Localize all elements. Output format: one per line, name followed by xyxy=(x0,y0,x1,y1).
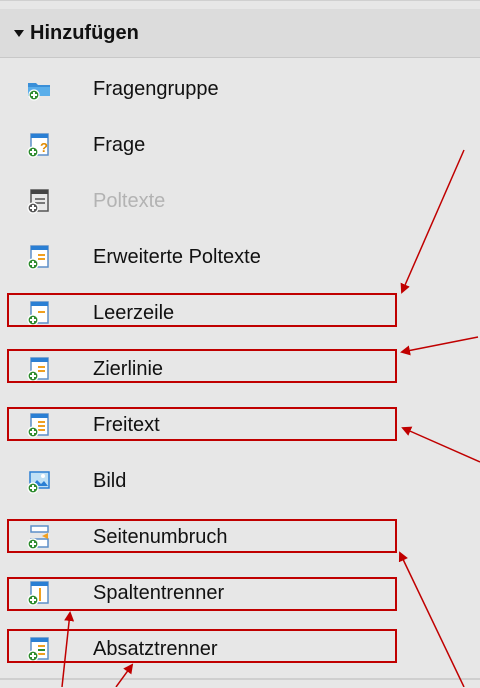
folder-add-icon xyxy=(26,76,52,102)
menu-item-frage[interactable]: ? Frage xyxy=(0,117,480,173)
caret-down-icon[interactable] xyxy=(14,29,24,37)
menu-item-bild[interactable]: Bild xyxy=(0,453,480,509)
highlight-box-zierlinie xyxy=(7,349,397,383)
menu-item-poltexte: Poltexte xyxy=(0,173,480,229)
menu-item-label: Bild xyxy=(93,469,127,492)
highlight-box-spaltentrenner xyxy=(7,577,397,611)
menu-item-label: Frage xyxy=(93,133,146,156)
highlight-box-freitext xyxy=(7,407,397,441)
highlight-box-seitenumbruch xyxy=(7,519,397,553)
panel-bottom-divider xyxy=(0,678,480,680)
image-add-icon xyxy=(26,468,52,494)
page-disabled-icon xyxy=(26,188,52,214)
question-page-add-icon: ? xyxy=(26,132,52,158)
menu-item-label: Fragengruppe xyxy=(93,77,219,100)
panel-header[interactable]: Hinzufügen xyxy=(0,9,480,58)
menu-item-erweiterte-poltexte[interactable]: Erweiterte Poltexte xyxy=(0,229,480,285)
highlight-box-leerzeile xyxy=(7,293,397,327)
page-add-icon xyxy=(26,244,52,270)
panel-title: Hinzufügen xyxy=(30,21,139,44)
menu-item-fragengruppe[interactable]: Fragengruppe xyxy=(0,61,480,117)
highlight-box-absatztrenner xyxy=(7,629,397,663)
menu-item-label: Erweiterte Poltexte xyxy=(93,245,261,268)
menu-item-label: Poltexte xyxy=(93,189,166,212)
svg-text:?: ? xyxy=(40,140,48,155)
